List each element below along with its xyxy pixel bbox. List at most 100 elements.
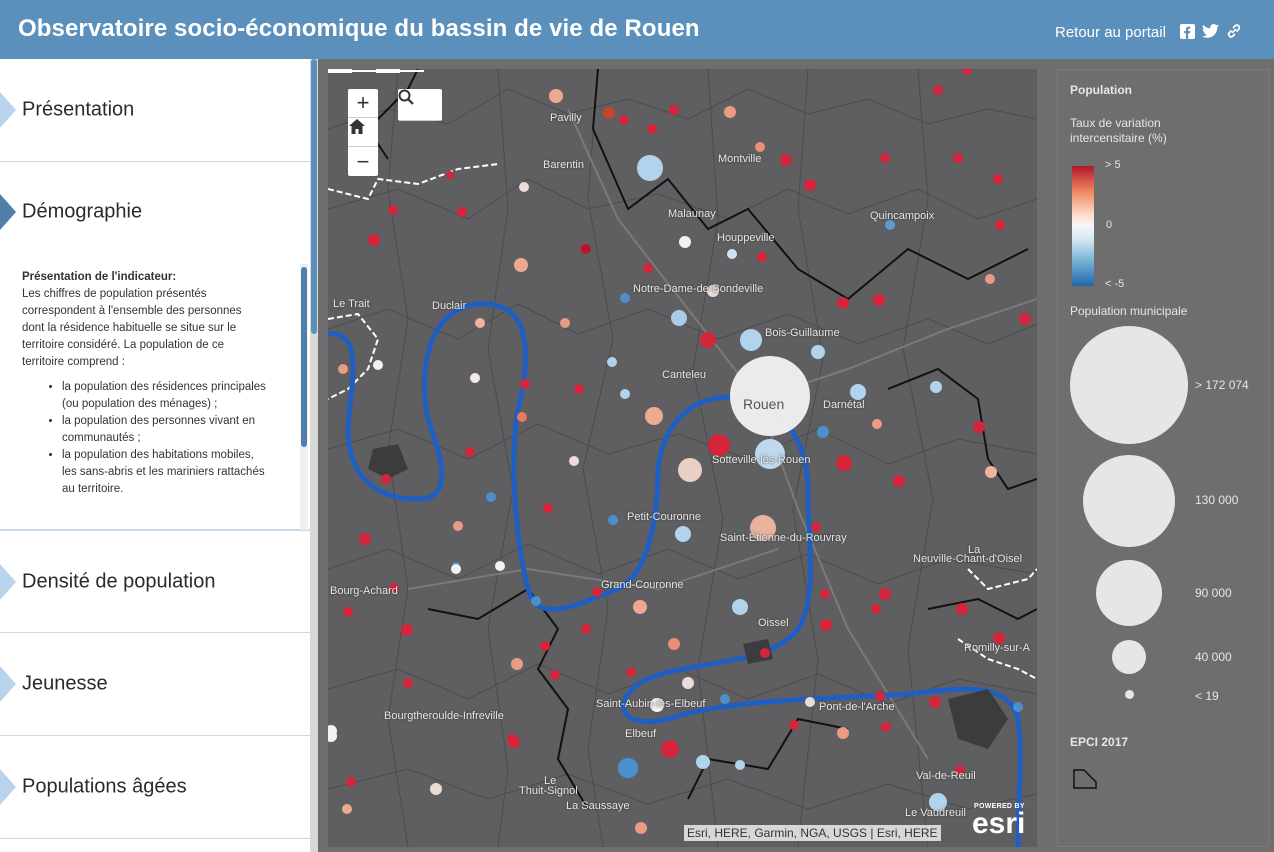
- population-circle[interactable]: [346, 777, 356, 787]
- population-circle[interactable]: [507, 734, 517, 744]
- population-circle[interactable]: [618, 758, 638, 778]
- search-button[interactable]: [398, 89, 442, 121]
- population-circle[interactable]: [550, 670, 560, 680]
- population-circle[interactable]: [519, 182, 529, 192]
- section-populations-agees[interactable]: Populations âgées: [0, 736, 310, 839]
- panel-scrollbar[interactable]: [310, 59, 318, 852]
- population-circle[interactable]: [645, 407, 663, 425]
- population-circle[interactable]: [517, 412, 527, 422]
- population-circle[interactable]: [430, 783, 442, 795]
- population-circle[interactable]: [682, 677, 694, 689]
- population-circle[interactable]: [465, 447, 475, 457]
- population-circle[interactable]: [381, 474, 391, 484]
- population-circle[interactable]: [880, 153, 890, 163]
- population-circle[interactable]: [359, 533, 371, 545]
- population-circle[interactable]: [760, 648, 770, 658]
- population-circle[interactable]: [603, 107, 615, 119]
- population-circle[interactable]: [635, 822, 647, 834]
- map-attribution[interactable]: Esri, HERE, Garmin, NGA, USGS | Esri, HE…: [684, 825, 941, 841]
- facebook-icon[interactable]: [1178, 22, 1196, 40]
- population-circle[interactable]: [671, 310, 687, 326]
- population-circle[interactable]: [338, 364, 348, 374]
- population-circle[interactable]: [531, 596, 541, 606]
- population-circle[interactable]: [1013, 702, 1023, 712]
- population-circle[interactable]: [520, 379, 530, 389]
- population-circle[interactable]: [817, 426, 829, 438]
- population-circle[interactable]: [933, 85, 943, 95]
- population-circle[interactable]: [675, 526, 691, 542]
- population-circle[interactable]: [727, 249, 737, 259]
- population-circle[interactable]: [757, 252, 767, 262]
- population-circle[interactable]: [893, 475, 905, 487]
- population-circle[interactable]: [724, 106, 736, 118]
- zoom-out-button[interactable]: −: [348, 147, 378, 176]
- population-circle[interactable]: [789, 720, 799, 730]
- population-circle[interactable]: [343, 607, 353, 617]
- population-circle[interactable]: [647, 124, 657, 134]
- population-circle[interactable]: [1019, 313, 1031, 325]
- population-circle[interactable]: [581, 624, 591, 634]
- population-circle[interactable]: [388, 205, 398, 215]
- population-circle[interactable]: [511, 658, 523, 670]
- population-circle[interactable]: [560, 318, 570, 328]
- population-circle[interactable]: [837, 297, 849, 309]
- population-circle[interactable]: [514, 258, 528, 272]
- population-circle[interactable]: [581, 244, 591, 254]
- population-circle[interactable]: [342, 804, 352, 814]
- population-circle[interactable]: [953, 153, 963, 163]
- population-circle[interactable]: [626, 667, 636, 677]
- section-jeunesse[interactable]: Jeunesse: [0, 633, 310, 736]
- population-circle[interactable]: [850, 384, 866, 400]
- population-circle[interactable]: [608, 515, 618, 525]
- home-button[interactable]: [348, 118, 378, 147]
- population-circle[interactable]: [678, 458, 702, 482]
- population-circle[interactable]: [879, 588, 891, 600]
- population-circle[interactable]: [930, 381, 942, 393]
- population-circle[interactable]: [811, 345, 825, 359]
- population-circle[interactable]: [985, 274, 995, 284]
- population-circle[interactable]: [569, 456, 579, 466]
- population-circle[interactable]: [475, 318, 485, 328]
- population-circle[interactable]: [401, 624, 413, 636]
- population-circle[interactable]: [732, 599, 748, 615]
- population-circle[interactable]: [620, 293, 630, 303]
- population-circle[interactable]: [495, 561, 505, 571]
- population-circle[interactable]: [700, 332, 716, 348]
- population-circle[interactable]: [696, 755, 710, 769]
- portal-link[interactable]: Retour au portail: [1055, 24, 1166, 41]
- population-circle[interactable]: [637, 155, 663, 181]
- population-circle[interactable]: [962, 69, 972, 75]
- population-circle[interactable]: [811, 522, 821, 532]
- section-presentation[interactable]: Présentation: [0, 59, 310, 162]
- population-circle[interactable]: [837, 727, 849, 739]
- population-circle[interactable]: [836, 455, 852, 471]
- population-circle[interactable]: [661, 740, 679, 758]
- esri-logo[interactable]: POWERED BY esri: [972, 803, 1025, 839]
- population-circle[interactable]: [619, 115, 629, 125]
- population-circle[interactable]: [875, 691, 885, 701]
- section-densite[interactable]: Densité de population: [0, 530, 310, 633]
- population-circle[interactable]: [820, 619, 832, 631]
- population-circle[interactable]: [668, 638, 680, 650]
- population-circle[interactable]: [985, 466, 997, 478]
- population-circle[interactable]: [720, 694, 730, 704]
- population-circle[interactable]: [755, 142, 765, 152]
- population-circle[interactable]: [643, 263, 653, 273]
- population-circle[interactable]: [956, 603, 968, 615]
- population-circle[interactable]: [540, 641, 550, 651]
- population-circle[interactable]: [872, 419, 882, 429]
- population-circle[interactable]: [669, 105, 679, 115]
- population-circle[interactable]: [871, 604, 881, 614]
- population-circle[interactable]: [620, 389, 630, 399]
- population-circle[interactable]: [403, 678, 413, 688]
- population-circle[interactable]: [820, 589, 830, 599]
- population-circle[interactable]: [995, 220, 1005, 230]
- population-circle[interactable]: [470, 373, 480, 383]
- map-view[interactable]: + − Pavilly Barentin Montville Malaunay Quin…: [328, 69, 1037, 847]
- link-icon[interactable]: [1225, 22, 1243, 40]
- population-circle[interactable]: [446, 171, 454, 179]
- population-circle[interactable]: [368, 234, 380, 246]
- population-circle[interactable]: [805, 697, 815, 707]
- zoom-in-button[interactable]: +: [348, 89, 378, 118]
- population-circle[interactable]: [735, 760, 745, 770]
